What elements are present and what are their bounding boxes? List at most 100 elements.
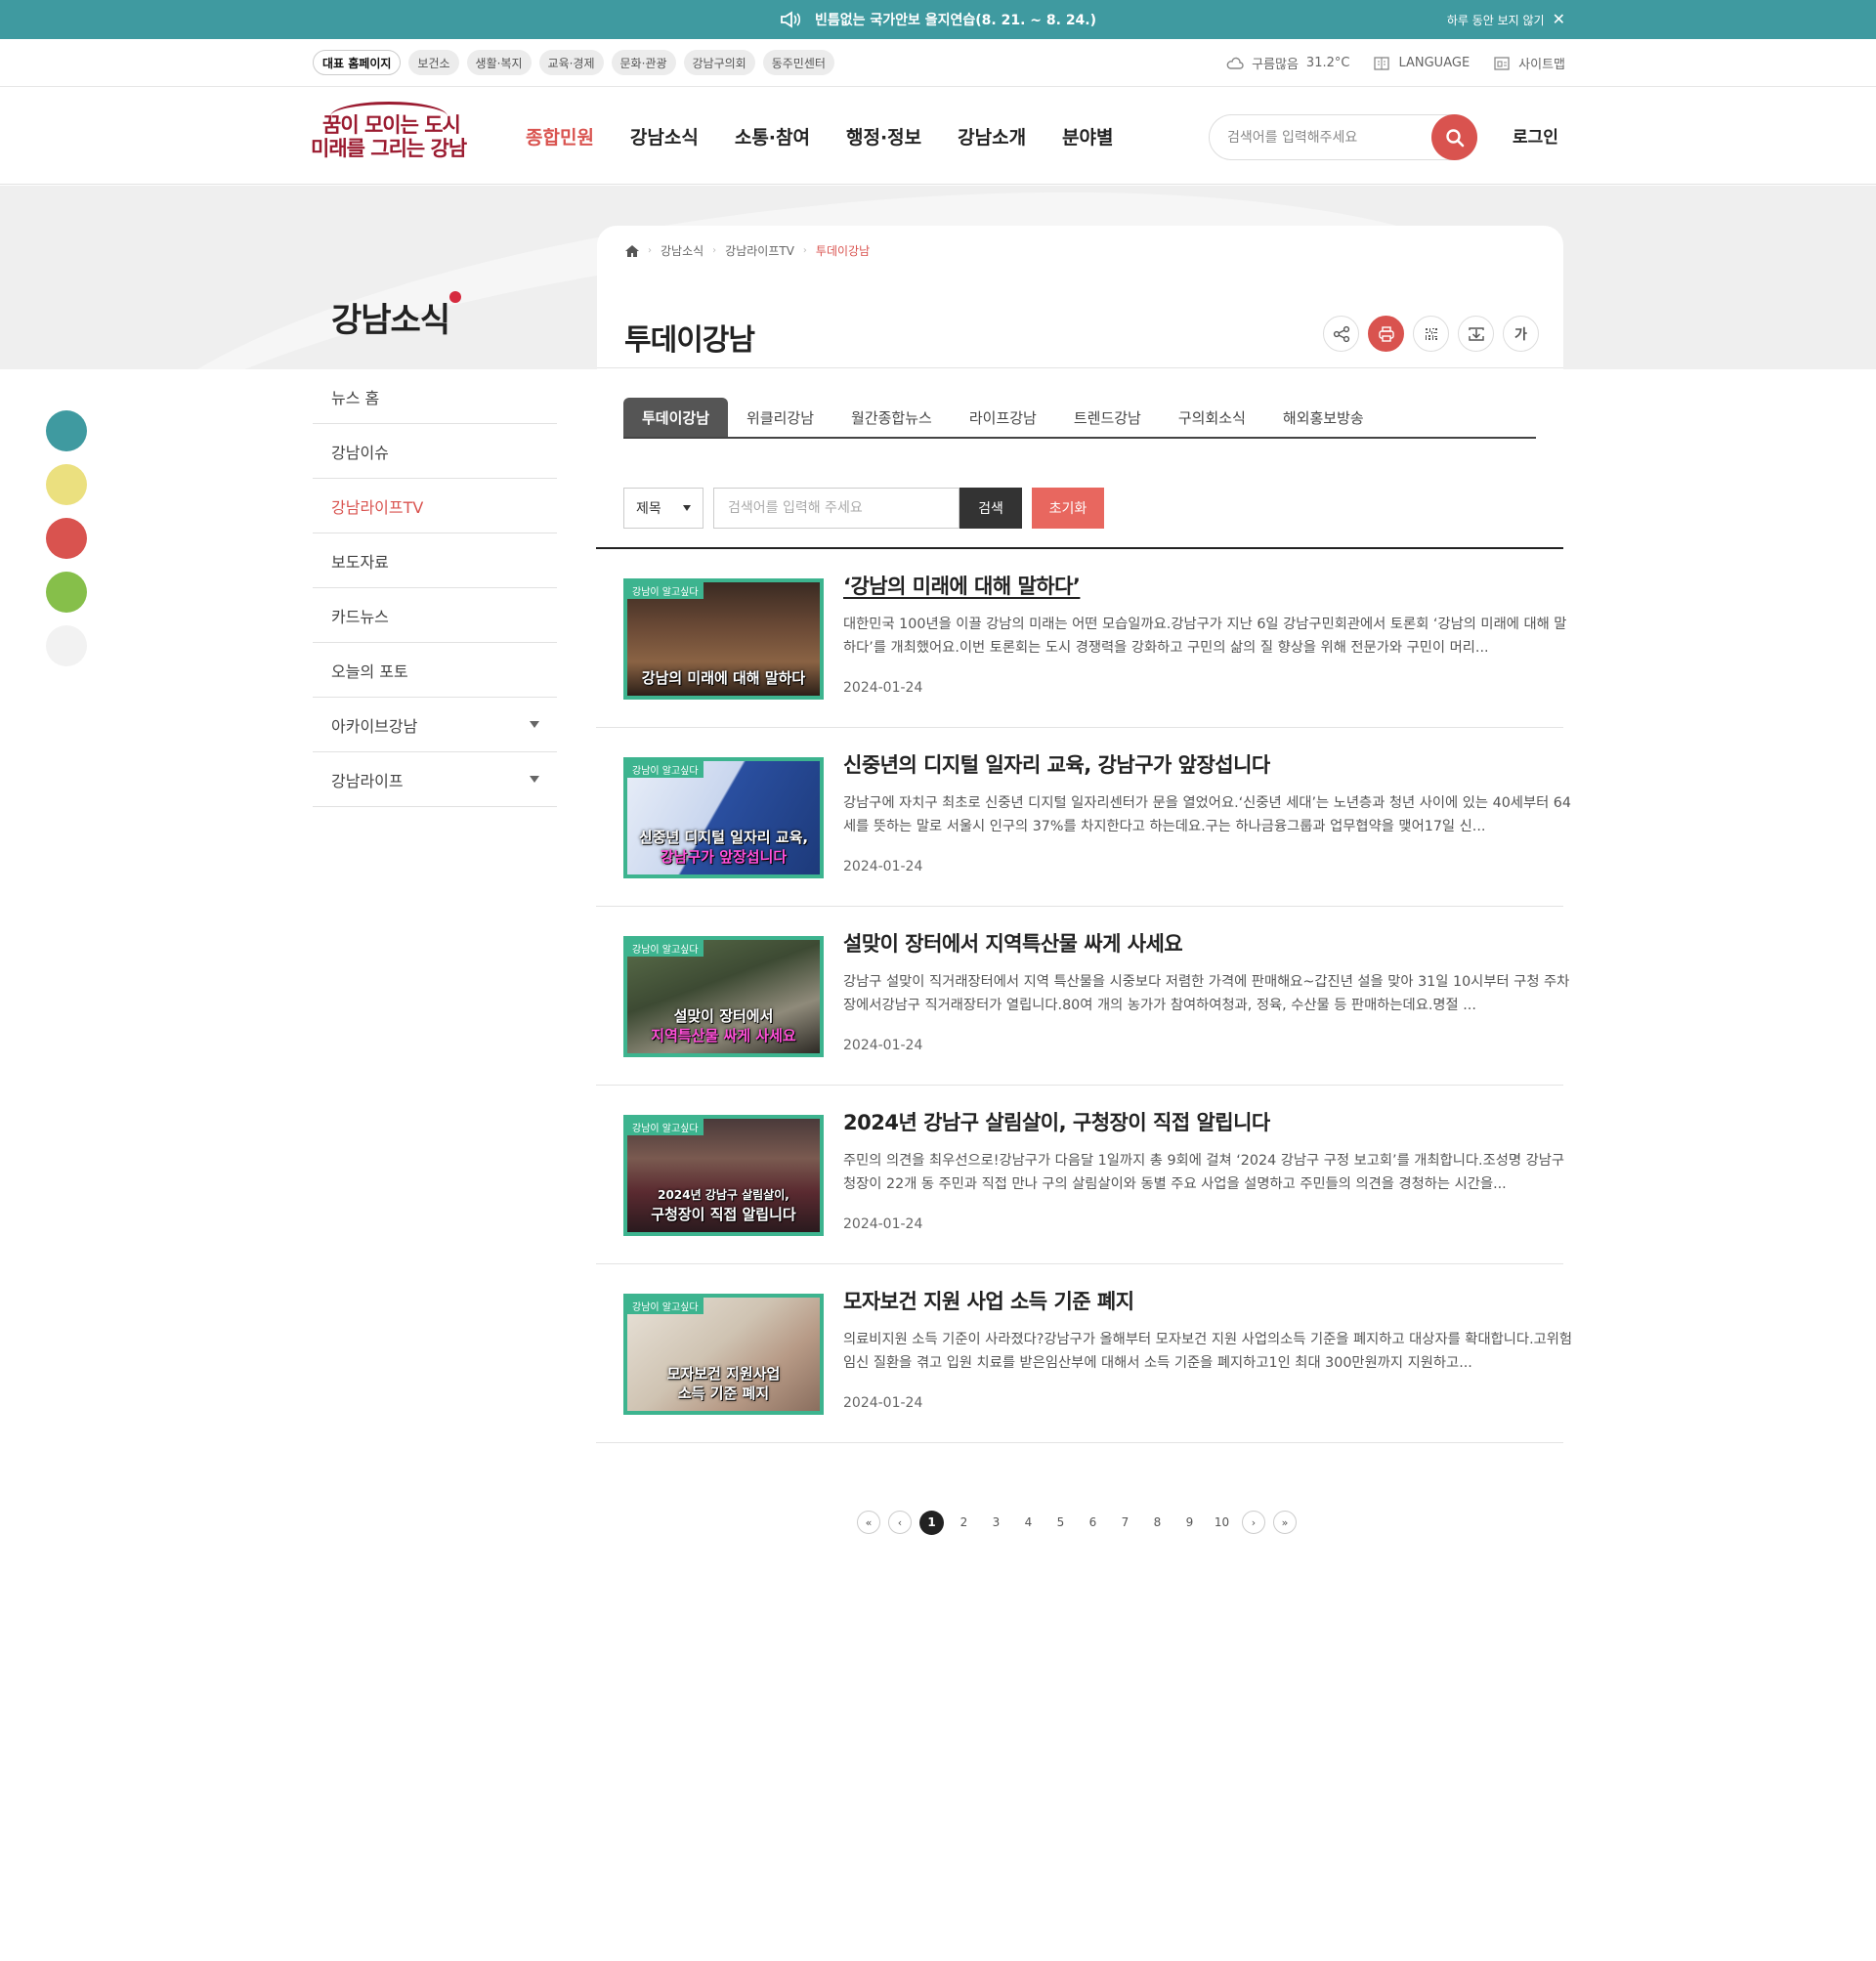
breadcrumb-current: 투데이강남 <box>815 244 871 258</box>
print-button[interactable] <box>1368 316 1404 352</box>
page-number[interactable]: 10 <box>1210 1511 1234 1535</box>
dropdown-arrow-icon <box>530 776 539 783</box>
nav-administration[interactable]: 행정·정보 <box>846 123 921 149</box>
page-number[interactable]: 7 <box>1113 1511 1137 1535</box>
next-page-button[interactable]: › <box>1242 1511 1265 1534</box>
side-nav-item-news-home[interactable]: 뉴스 홈 <box>313 369 557 424</box>
breadcrumb-separator: › <box>648 245 652 256</box>
side-nav: 뉴스 홈 강남이슈 강남라이프TV 보도자료 카드뉴스 오늘의 포토 아카이브강… <box>313 369 557 807</box>
side-nav-item-card-news[interactable]: 카드뉴스 <box>313 588 557 643</box>
side-nav-item-press[interactable]: 보도자료 <box>313 533 557 588</box>
reset-button[interactable]: 초기화 <box>1032 488 1104 529</box>
close-icon[interactable]: ✕ <box>1553 12 1565 27</box>
article-title[interactable]: 설맞이 장터에서 지역특산물 싸게 사세요 <box>843 928 1183 958</box>
nav-by-field[interactable]: 분야별 <box>1062 123 1113 149</box>
article-title[interactable]: ‘강남의 미래에 대해 말하다’ <box>843 571 1081 600</box>
article-title[interactable]: 신중년의 디지털 일자리 교육, 강남구가 앞장섭니다 <box>843 749 1270 779</box>
breadcrumb-separator: › <box>802 245 807 256</box>
page-number[interactable]: 5 <box>1048 1511 1073 1535</box>
weather-text: 구름많음 <box>1252 58 1299 72</box>
nav-civil-service[interactable]: 종합민원 <box>526 123 594 149</box>
sitemap-link[interactable]: 사이트맵 <box>1493 54 1565 72</box>
site-link-culture[interactable]: 문화·관광 <box>611 50 676 75</box>
qr-button[interactable] <box>1413 316 1449 352</box>
list-item[interactable]: 강남이 알고싶다 2024년 강남구 살림살이, 구청장이 직접 알립니다 202… <box>596 1086 1564 1264</box>
breadcrumb-item[interactable]: 강남소식 <box>661 242 704 259</box>
theme-red[interactable] <box>46 518 87 559</box>
page-number[interactable]: 6 <box>1081 1511 1105 1535</box>
nav-about[interactable]: 강남소개 <box>958 123 1026 149</box>
page-number[interactable]: 4 <box>1016 1511 1041 1535</box>
side-nav-item-photo[interactable]: 오늘의 포토 <box>313 643 557 698</box>
header-search-button[interactable] <box>1431 114 1477 160</box>
list-search-form: 제목 검색 초기화 <box>623 488 1104 529</box>
article-list: 강남이 알고싶다 강남의 미래에 대해 말하다 ‘강남의 미래에 대해 말하다’… <box>596 549 1572 1443</box>
download-button[interactable] <box>1458 316 1494 352</box>
article-summary: 의료비지원 소득 기준이 사라졌다?강남구가 올해부터 모자보건 지원 사업의소… <box>843 1332 1573 1371</box>
list-search-input[interactable] <box>713 488 959 529</box>
qr-icon <box>1425 327 1437 340</box>
tab-today-gangnam[interactable]: 투데이강남 <box>623 398 729 437</box>
side-nav-item-life[interactable]: 강남라이프 <box>313 752 557 807</box>
article-title[interactable]: 모자보건 지원 사업 소득 기준 폐지 <box>843 1286 1134 1315</box>
alert-dismiss[interactable]: 하루 동안 보지 않기 ✕ <box>1447 0 1565 39</box>
prev-page-button[interactable]: ‹ <box>888 1511 912 1534</box>
caption-line: 지역특산물 싸게 사세요 <box>651 1027 796 1044</box>
tab-overseas-broadcast[interactable]: 해외홍보방송 <box>1264 398 1383 437</box>
site-link-council[interactable]: 강남구의회 <box>683 50 755 75</box>
list-item[interactable]: 강남이 알고싶다 강남의 미래에 대해 말하다 ‘강남의 미래에 대해 말하다’… <box>596 549 1566 728</box>
home-icon[interactable] <box>625 244 639 257</box>
search-field-select[interactable]: 제목 <box>623 488 704 529</box>
tab-council-news[interactable]: 구의회소식 <box>1160 398 1264 437</box>
side-nav-label: 보도자료 <box>331 552 389 572</box>
list-item[interactable]: 강남이 알고싶다 모자보건 지원사업 소득 기준 폐지 모자보건 지원 사업 소득… <box>596 1264 1572 1443</box>
share-button[interactable] <box>1323 316 1359 352</box>
side-nav-label: 아카이브강남 <box>331 716 418 736</box>
page-number[interactable]: 2 <box>952 1511 976 1535</box>
list-item[interactable]: 강남이 알고싶다 신중년 디지털 일자리 교육, 강남구가 앞장섭니다 신중년의 … <box>596 728 1571 907</box>
article-thumbnail[interactable]: 강남이 알고싶다 설맞이 장터에서 지역특산물 싸게 사세요 <box>623 936 824 1057</box>
article-thumbnail[interactable]: 강남이 알고싶다 2024년 강남구 살림살이, 구청장이 직접 알립니다 <box>623 1115 824 1236</box>
site-link-community[interactable]: 동주민센터 <box>762 50 834 75</box>
language-link[interactable]: LANGUAGE <box>1373 56 1470 71</box>
tab-life-gangnam[interactable]: 라이프강남 <box>951 398 1055 437</box>
theme-green[interactable] <box>46 572 87 613</box>
site-link-welfare[interactable]: 생활·복지 <box>466 50 532 75</box>
side-nav-item-issue[interactable]: 강남이슈 <box>313 424 557 479</box>
page-number[interactable]: 8 <box>1145 1511 1170 1535</box>
article-thumbnail[interactable]: 강남이 알고싶다 강남의 미래에 대해 말하다 <box>623 578 824 700</box>
header-search-input[interactable] <box>1227 115 1423 159</box>
theme-white[interactable] <box>46 625 87 666</box>
font-size-button[interactable]: 가 <box>1503 316 1539 352</box>
page-number-current[interactable]: 1 <box>919 1510 944 1535</box>
site-link-main[interactable]: 대표 홈페이지 <box>313 50 402 75</box>
last-page-button[interactable]: » <box>1273 1511 1297 1534</box>
caption-line: 구청장이 직접 알립니다 <box>651 1206 796 1223</box>
theme-teal[interactable] <box>46 410 87 451</box>
list-search-button[interactable]: 검색 <box>959 488 1022 529</box>
search-icon <box>1445 128 1464 147</box>
temperature: 31.2°C <box>1305 56 1350 70</box>
side-nav-item-archive[interactable]: 아카이브강남 <box>313 698 557 752</box>
tab-trend-gangnam[interactable]: 트렌드강남 <box>1055 398 1160 437</box>
article-thumbnail[interactable]: 강남이 알고싶다 신중년 디지털 일자리 교육, 강남구가 앞장섭니다 <box>623 757 824 878</box>
site-link-health[interactable]: 보건소 <box>408 50 459 75</box>
breadcrumb-item[interactable]: 강남라이프TV <box>725 242 794 259</box>
article-date: 2024-01-24 <box>843 1395 923 1411</box>
tab-weekly-gangnam[interactable]: 위클리강남 <box>728 398 832 437</box>
site-link-education[interactable]: 교육·경제 <box>538 50 604 75</box>
article-thumbnail[interactable]: 강남이 알고싶다 모자보건 지원사업 소득 기준 폐지 <box>623 1294 824 1415</box>
login-button[interactable]: 로그인 <box>1513 123 1558 148</box>
theme-yellow[interactable] <box>46 464 87 505</box>
page-number[interactable]: 3 <box>984 1511 1008 1535</box>
nav-participation[interactable]: 소통·참여 <box>735 123 810 149</box>
alert-message-wrap[interactable]: 빈틈없는 국가안보 을지연습(8. 21. ~ 8. 24.) <box>0 0 1876 39</box>
side-nav-item-life-tv[interactable]: 강남라이프TV <box>313 479 557 533</box>
list-item[interactable]: 강남이 알고싶다 설맞이 장터에서 지역특산물 싸게 사세요 설맞이 장터에서 지… <box>596 907 1569 1086</box>
first-page-button[interactable]: « <box>857 1511 880 1534</box>
tab-monthly-news[interactable]: 월간종합뉴스 <box>832 398 951 437</box>
logo[interactable]: 꿈이 모이는 도시 미래를 그리는 강남 <box>311 102 467 162</box>
page-number[interactable]: 9 <box>1177 1511 1202 1535</box>
article-title[interactable]: 2024년 강남구 살림살이, 구청장이 직접 알립니다 <box>843 1107 1270 1136</box>
nav-news[interactable]: 강남소식 <box>630 123 699 149</box>
